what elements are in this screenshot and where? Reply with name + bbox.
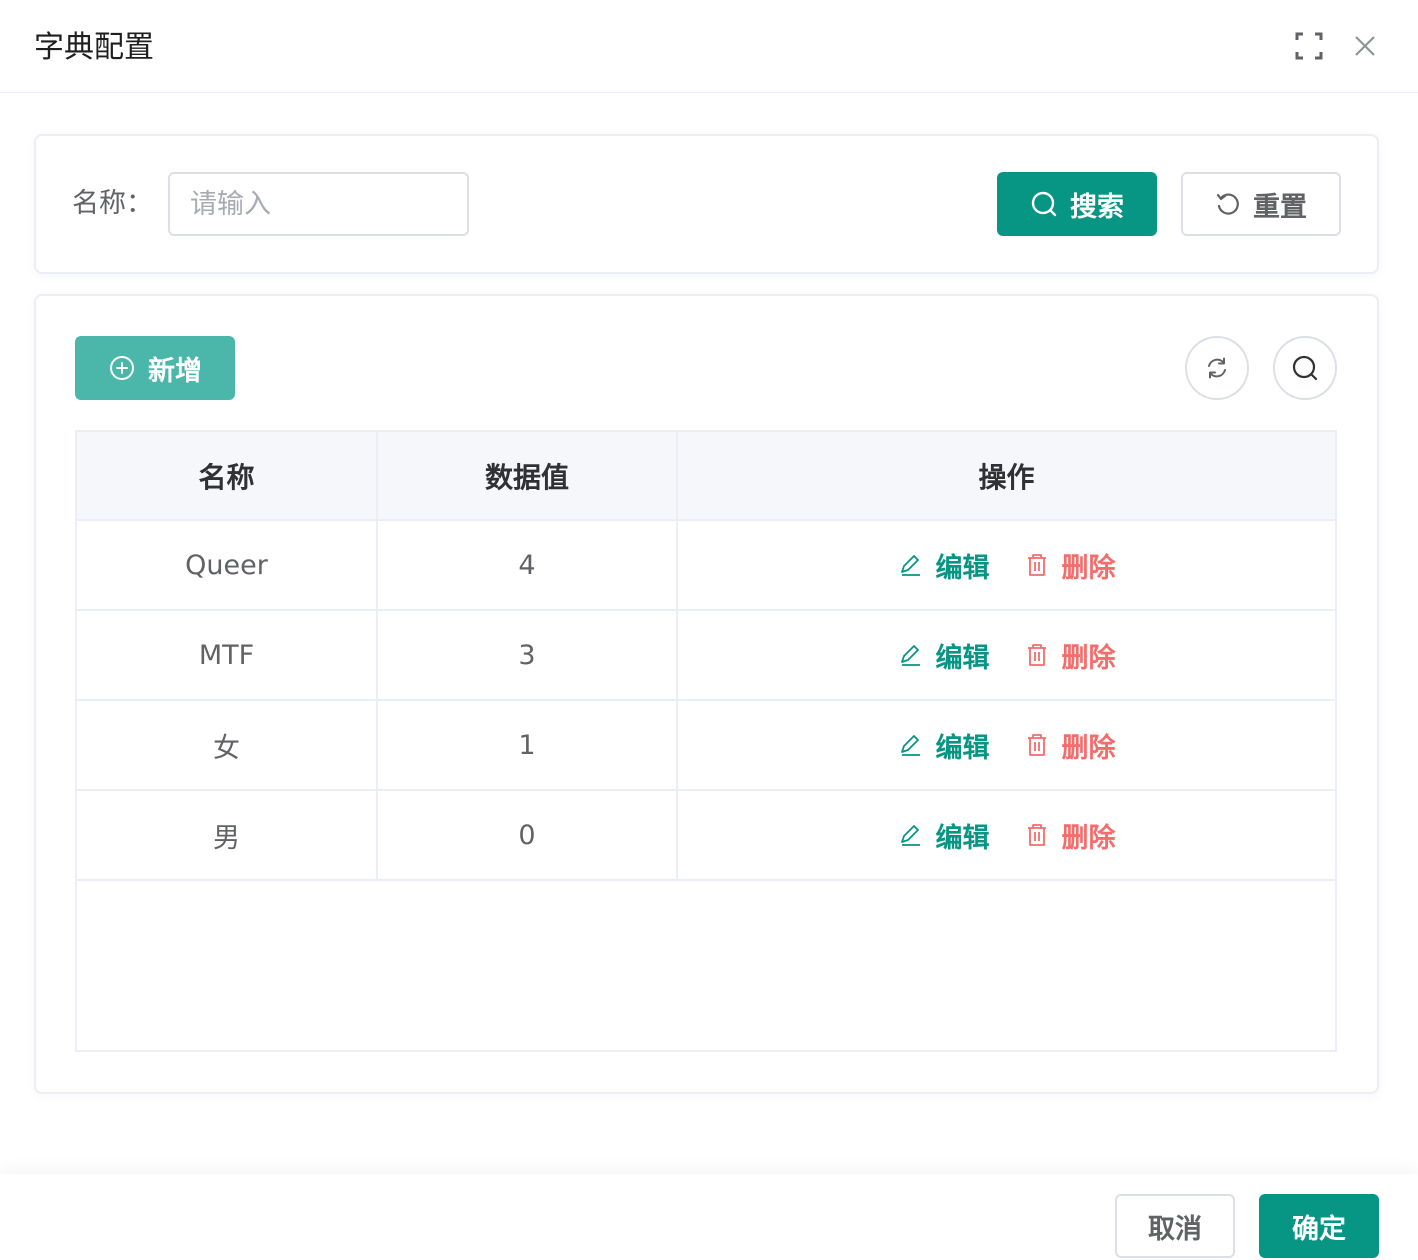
trash-icon (1027, 734, 1046, 756)
name-filter-label: 名称： (72, 188, 153, 219)
edit-icon (900, 555, 920, 576)
edit-icon (900, 735, 920, 756)
trash-icon (1027, 644, 1046, 666)
edit-label: 编辑 (935, 552, 990, 584)
delete-button[interactable]: 删除 (1024, 726, 1116, 765)
cell-value: 4 (377, 520, 678, 611)
cell-name: 男 (77, 790, 378, 881)
fullscreen-button[interactable] (1291, 28, 1327, 64)
cell-value: 0 (377, 790, 678, 881)
cell-name: 女 (77, 700, 378, 791)
cell-actions: 编辑 删除 (677, 610, 1335, 701)
cell-name: Queer (77, 520, 378, 611)
refresh-icon (1208, 357, 1226, 379)
table-row: 男 0 编辑 删除 (77, 790, 1335, 881)
column-header-actions: 操作 (677, 432, 1335, 521)
table-row: 女 1 编辑 删除 (77, 700, 1335, 791)
edit-icon (900, 645, 920, 666)
cell-value: 3 (377, 610, 678, 701)
delete-label: 删除 (1061, 822, 1116, 854)
edit-label: 编辑 (935, 822, 990, 854)
column-header-value: 数据值 (377, 432, 678, 521)
edit-label: 编辑 (935, 642, 990, 674)
fullscreen-icon (1295, 32, 1323, 60)
delete-label: 删除 (1061, 732, 1116, 764)
edit-button[interactable]: 编辑 (898, 726, 990, 765)
edit-icon (900, 825, 920, 846)
table-header-row: 名称 数据值 操作 (77, 432, 1335, 521)
delete-label: 删除 (1061, 552, 1116, 584)
reset-icon (1216, 193, 1239, 215)
cell-actions: 编辑 删除 (677, 520, 1335, 611)
edit-button[interactable]: 编辑 (898, 636, 990, 675)
edit-button[interactable]: 编辑 (898, 546, 990, 585)
trash-icon (1027, 554, 1046, 576)
close-button[interactable] (1347, 28, 1383, 64)
dialog-body: 名称： 搜索 重置 新增 (0, 94, 1418, 1174)
trash-icon (1027, 824, 1046, 846)
toggle-search-button[interactable] (1273, 336, 1337, 400)
search-button-label: 搜索 (1070, 191, 1124, 223)
cell-value: 1 (377, 700, 678, 791)
dialog-title: 字典配置 (34, 30, 154, 65)
name-filter-input[interactable] (168, 172, 469, 236)
reset-button-label: 重置 (1253, 191, 1307, 223)
delete-label: 删除 (1061, 642, 1116, 674)
search-icon (1031, 191, 1057, 217)
dialog-footer: 取消 确定 (0, 1174, 1418, 1260)
cell-name: MTF (77, 610, 378, 701)
cell-actions: 编辑 删除 (677, 790, 1335, 881)
close-icon (1355, 36, 1375, 56)
plus-circle-icon (110, 356, 134, 380)
search-icon (1292, 355, 1318, 381)
add-button[interactable]: 新增 (75, 336, 235, 400)
column-header-name: 名称 (77, 432, 378, 521)
add-button-label: 新增 (148, 355, 202, 387)
edit-button[interactable]: 编辑 (898, 816, 990, 855)
delete-button[interactable]: 删除 (1024, 816, 1116, 855)
delete-button[interactable]: 删除 (1024, 636, 1116, 675)
table-row: MTF 3 编辑 删除 (77, 610, 1335, 701)
cancel-button[interactable]: 取消 (1115, 1194, 1235, 1258)
edit-label: 编辑 (935, 732, 990, 764)
dialog-header: 字典配置 (0, 0, 1418, 93)
refresh-button[interactable] (1185, 336, 1249, 400)
delete-button[interactable]: 删除 (1024, 546, 1116, 585)
table-panel: 新增 名称 数据值 操作 Queer 4 编辑 删除 MTF 3 编辑 删除 女… (34, 294, 1379, 1094)
search-button[interactable]: 搜索 (997, 172, 1157, 236)
confirm-button[interactable]: 确定 (1259, 1194, 1379, 1258)
reset-button[interactable]: 重置 (1181, 172, 1341, 236)
cell-actions: 编辑 删除 (677, 700, 1335, 791)
table-row: Queer 4 编辑 删除 (77, 520, 1335, 611)
dictionary-table: 名称 数据值 操作 Queer 4 编辑 删除 MTF 3 编辑 删除 女 1 … (75, 430, 1337, 1052)
search-panel: 名称： 搜索 重置 (34, 134, 1379, 274)
